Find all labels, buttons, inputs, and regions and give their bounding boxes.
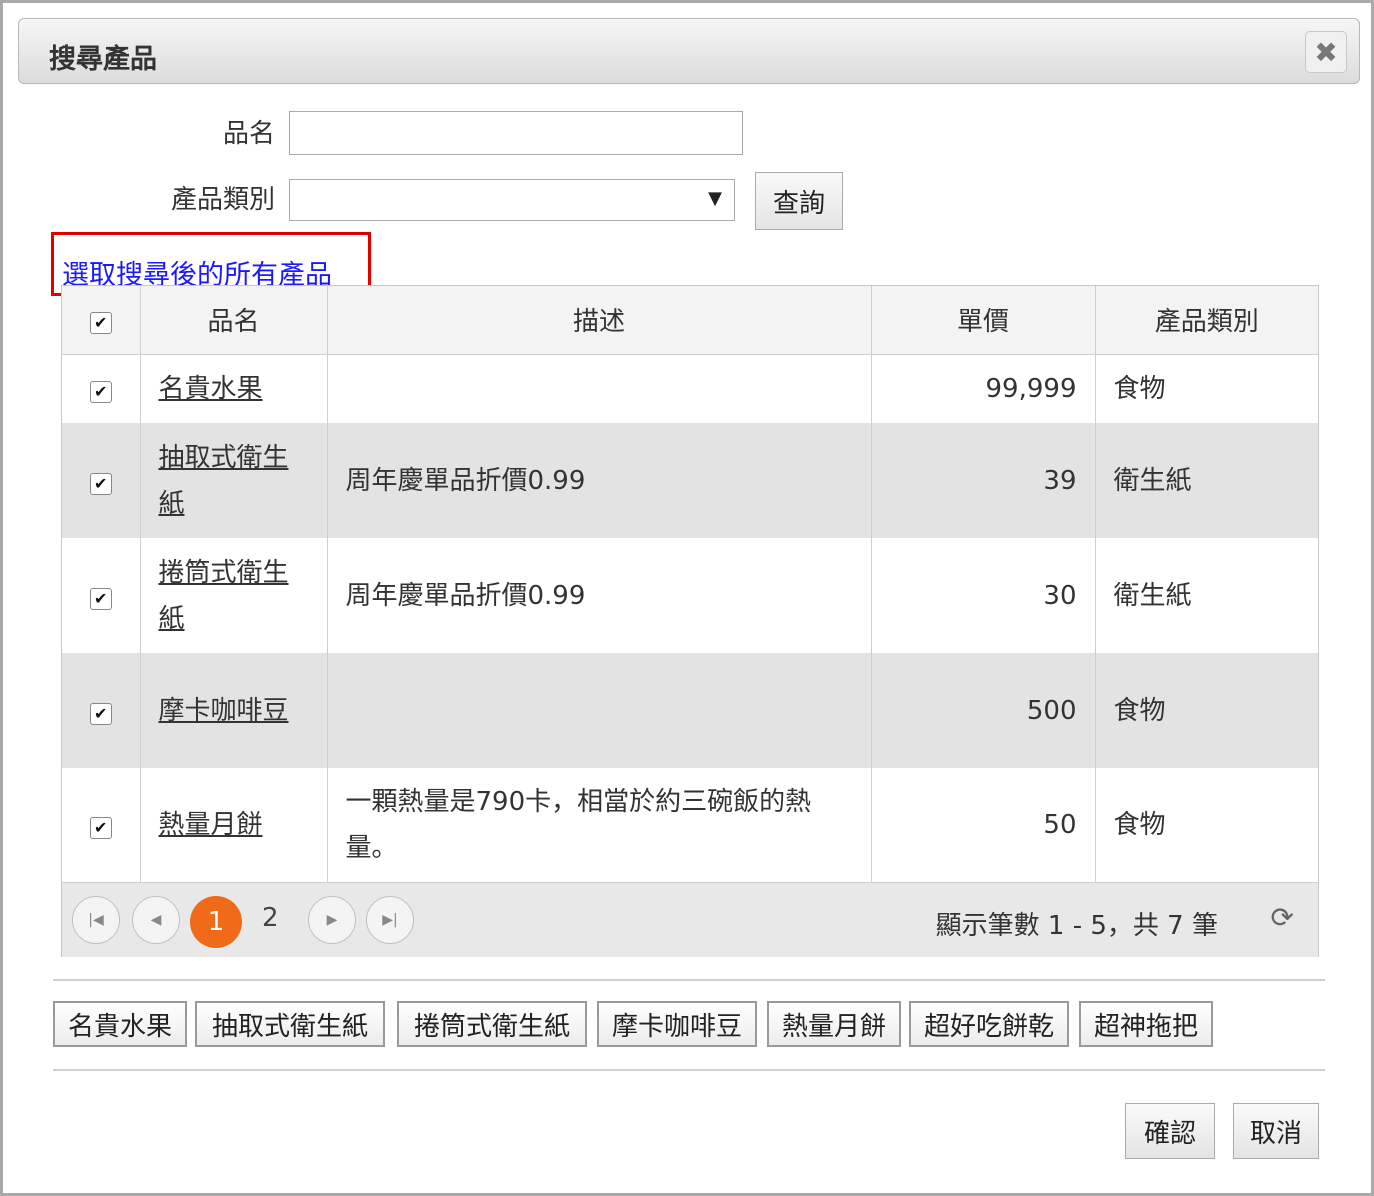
product-grid: ✔ 品名 描述 單價 產品類別 ✔ 名貴水果 99,999 食物 ✔ 抽取式衛生… (61, 285, 1319, 957)
product-name-link[interactable]: 捲筒式衛生紙 (159, 558, 289, 634)
search-button[interactable]: 查詢 (755, 172, 843, 230)
table-row: ✔ 摩卡咖啡豆 500 食物 (62, 653, 1318, 768)
product-price: 39 (871, 423, 1096, 538)
selected-item-chip[interactable]: 捲筒式衛生紙 (397, 1001, 587, 1047)
row-checkbox[interactable]: ✔ (62, 354, 141, 423)
close-icon[interactable]: ✖ (1305, 31, 1347, 73)
confirm-button[interactable]: 確認 (1125, 1103, 1215, 1159)
selected-item-chip[interactable]: 超好吃餅乾 (909, 1001, 1069, 1047)
row-checkbox[interactable]: ✔ (62, 768, 141, 882)
refresh-icon[interactable]: ⟳ (1271, 901, 1294, 934)
product-category: 食物 (1113, 810, 1166, 840)
table-row: ✔ 名貴水果 99,999 食物 (62, 354, 1318, 423)
product-table: ✔ 品名 描述 單價 產品類別 ✔ 名貴水果 99,999 食物 ✔ 抽取式衛生… (62, 286, 1318, 882)
product-price: 500 (871, 653, 1096, 768)
table-header-row: ✔ 品名 描述 單價 產品類別 (62, 286, 1318, 355)
checkbox-checked-icon: ✔ (89, 311, 112, 334)
header-category[interactable]: 產品類別 (1095, 286, 1318, 355)
divider (53, 979, 1325, 981)
first-page-icon[interactable]: |◀ (72, 896, 120, 944)
checkbox-checked-icon: ✔ (89, 817, 112, 839)
selected-item-chip[interactable]: 摩卡咖啡豆 (597, 1001, 757, 1047)
category-label: 產品類別 (170, 185, 275, 215)
product-category: 食物 (1095, 653, 1318, 768)
divider (53, 1069, 1325, 1071)
row-checkbox[interactable]: ✔ (62, 653, 141, 768)
header-name[interactable]: 品名 (140, 286, 328, 355)
pager-info: 顯示筆數 1 - 5，共 7 筆 (935, 911, 1218, 941)
dialog-titlebar[interactable]: 搜尋產品 ✖ (18, 18, 1360, 84)
row-checkbox[interactable]: ✔ (62, 423, 141, 538)
search-product-dialog: 搜尋產品 ✖ 品名 產品類別 ▼ 查詢 選取搜尋後的所有產品 ✔ 品名 描述 單… (0, 0, 1374, 1196)
product-description: 周年慶單品折價0.99 (327, 423, 872, 538)
selected-item-chip[interactable]: 抽取式衛生紙 (195, 1001, 385, 1047)
product-category: 衛生紙 (1095, 423, 1318, 538)
prev-page-icon[interactable]: ◀ (132, 896, 180, 944)
checkbox-checked-icon: ✔ (89, 380, 112, 403)
pagination-bar: |◀ ◀ 1 2 ▶ ▶| 顯示筆數 1 - 5，共 7 筆 ⟳ (62, 882, 1318, 957)
header-select-all-checkbox[interactable]: ✔ (62, 286, 141, 355)
selected-item-chip[interactable]: 名貴水果 (53, 1001, 187, 1047)
product-name-link[interactable]: 摩卡咖啡豆 (159, 696, 289, 726)
checkbox-checked-icon: ✔ (89, 702, 112, 725)
product-name-link[interactable]: 抽取式衛生紙 (159, 443, 289, 519)
page-2-button[interactable]: 2 (262, 903, 279, 933)
category-select[interactable]: ▼ (289, 179, 735, 221)
product-price: 50 (871, 768, 1096, 882)
checkbox-checked-icon: ✔ (89, 587, 112, 610)
selected-item-chip[interactable]: 熱量月餅 (767, 1001, 901, 1047)
cancel-button[interactable]: 取消 (1233, 1103, 1319, 1159)
page-1-button[interactable]: 1 (190, 896, 242, 948)
product-price: 99,999 (871, 354, 1096, 423)
table-row: ✔ 熱量月餅 一顆熱量是790卡，相當於約三碗飯的熱量。 50 食物 (62, 768, 1318, 882)
header-description[interactable]: 描述 (327, 286, 872, 355)
product-price: 30 (871, 538, 1096, 653)
table-row: ✔ 捲筒式衛生紙 周年慶單品折價0.99 30 衛生紙 (62, 538, 1318, 653)
dialog-title: 搜尋產品 (49, 44, 157, 75)
product-description: 周年慶單品折價0.99 (327, 538, 872, 653)
product-category: 食物 (1113, 373, 1166, 404)
checkbox-checked-icon: ✔ (89, 472, 112, 495)
name-input[interactable] (289, 111, 743, 155)
product-category: 衛生紙 (1113, 580, 1192, 611)
header-price[interactable]: 單價 (871, 286, 1096, 355)
last-page-icon[interactable]: ▶| (366, 896, 414, 944)
row-checkbox[interactable]: ✔ (62, 538, 141, 653)
product-description: 一顆熱量是790卡，相當於約三碗飯的熱量。 (327, 768, 872, 882)
name-label: 品名 (222, 119, 275, 149)
table-row: ✔ 抽取式衛生紙 周年慶單品折價0.99 39 衛生紙 (62, 423, 1318, 538)
product-name-link[interactable]: 熱量月餅 (159, 810, 263, 840)
product-description (327, 653, 872, 768)
product-name-link[interactable]: 名貴水果 (159, 374, 263, 404)
chevron-down-icon: ▼ (708, 188, 722, 209)
selected-item-chip[interactable]: 超神拖把 (1079, 1001, 1213, 1047)
product-description (327, 354, 872, 423)
next-page-icon[interactable]: ▶ (308, 896, 356, 944)
